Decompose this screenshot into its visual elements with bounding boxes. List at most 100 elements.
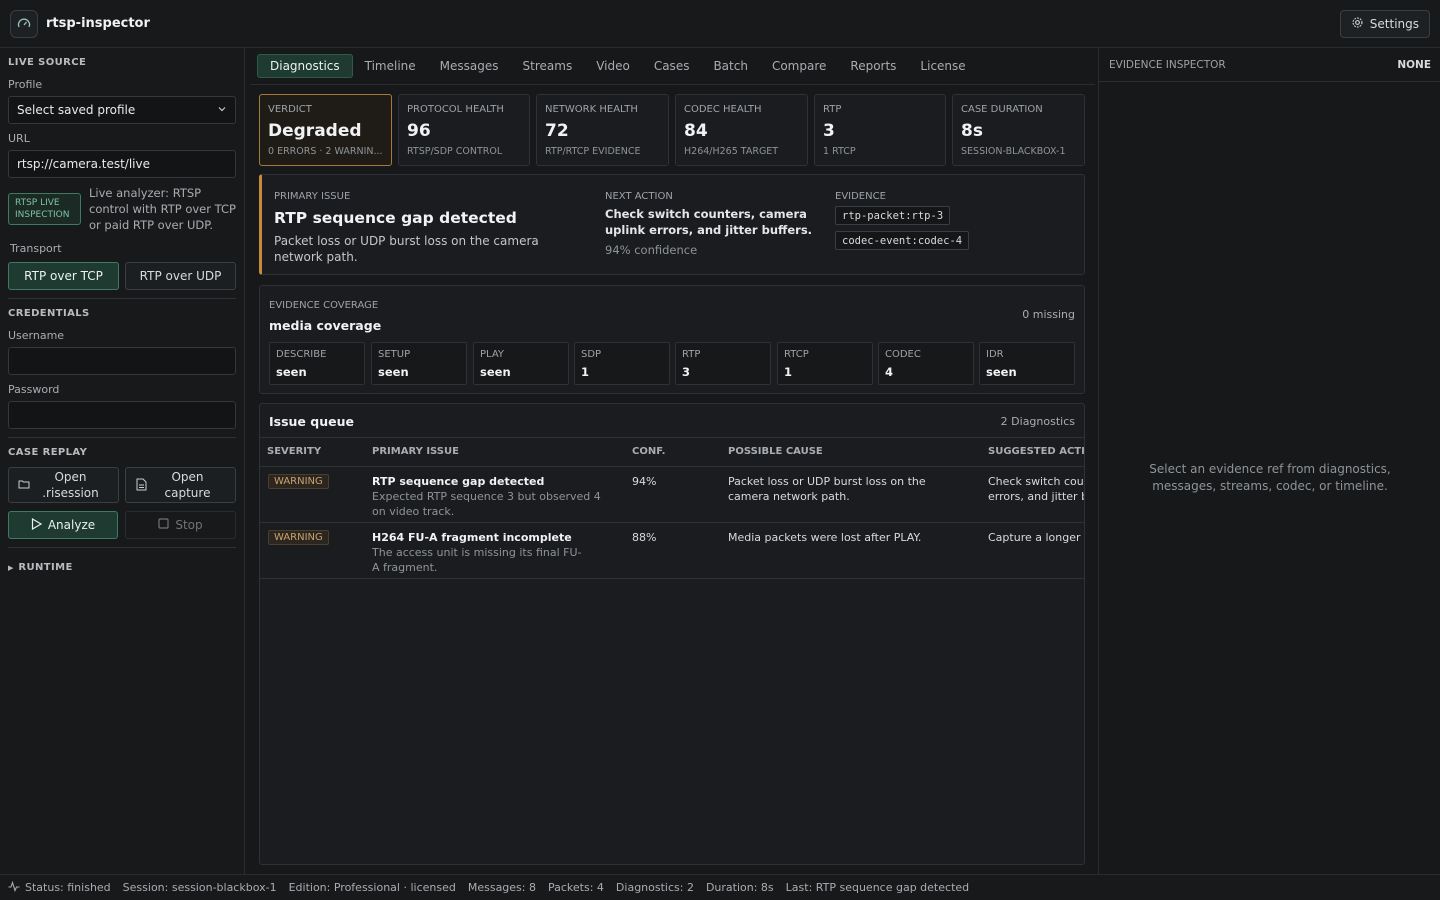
coverage-item: RTCP 1 [777, 342, 873, 385]
next-action-text: Check switch counters, camera uplink err… [605, 207, 813, 237]
transport-tcp-button[interactable]: RTP over TCP [8, 262, 119, 290]
transport-udp-button[interactable]: RTP over UDP [125, 262, 236, 290]
verdict-card[interactable]: VERDICT Degraded 0 ERRORS · 2 WARNIN... [259, 94, 392, 166]
card-key: VERDICT [268, 104, 312, 115]
open-session-button[interactable]: Open .risession [8, 467, 119, 503]
tab-compare[interactable]: Compare [760, 54, 838, 78]
main-panel: Diagnostics Timeline Messages Streams Vi… [250, 48, 1095, 874]
case-replay-title: CASE REPLAY [8, 447, 88, 458]
coverage-item: IDR seen [979, 342, 1075, 385]
table-row[interactable]: WARNING H264 FU-A fragment incomplete Th… [260, 523, 1084, 578]
issue-queue-title: Issue queue [269, 414, 354, 429]
stop-button[interactable]: Stop [125, 511, 236, 539]
confidence-value: 94% [632, 475, 657, 488]
coverage-key: SDP [581, 349, 602, 360]
coverage-title: media coverage [269, 318, 382, 333]
username-input[interactable] [8, 347, 236, 375]
profile-label: Profile [8, 78, 43, 91]
runtime-toggle[interactable]: ▶ RUNTIME [8, 562, 73, 573]
tab-reports[interactable]: Reports [838, 54, 908, 78]
coverage-key: SETUP [378, 349, 411, 360]
settings-label: Settings [1369, 17, 1419, 31]
coverage-item: SETUP seen [371, 342, 467, 385]
network-health-card[interactable]: NETWORK HEALTH 72 RTP/RTCP EVIDENCE [536, 94, 669, 166]
evidence-inspector: EVIDENCE INSPECTOR NONE Select an eviden… [1098, 48, 1440, 874]
rtp-card[interactable]: RTP 3 1 RTCP [814, 94, 946, 166]
open-session-label: Open .risession [28, 469, 99, 501]
messages-count: Messages: 8 [467, 881, 536, 894]
coverage-key: DESCRIBE [276, 349, 327, 360]
coverage-item: SDP 1 [574, 342, 670, 385]
issue-title: H264 FU-A fragment incomplete [372, 531, 572, 544]
open-session-label-line-2: .risession [42, 486, 99, 500]
column-header-severity[interactable]: SEVERITY [267, 446, 321, 457]
url-label: URL [8, 132, 30, 145]
card-sub: RTSP/SDP CONTROL [407, 146, 503, 157]
inspector-empty-message: Select an evidence ref from diagnostics,… [1149, 462, 1391, 493]
app-header: rtsp-inspector Settings [0, 0, 1440, 48]
evidence-chip[interactable]: rtp-packet:rtp-3 [835, 206, 951, 225]
column-header-possible-cause[interactable]: POSSIBLE CAUSE [728, 446, 823, 457]
stop-label: Stop [175, 518, 203, 532]
card-value: 3 [823, 121, 835, 141]
profile-select-value: Select saved profile [17, 103, 136, 117]
protocol-health-card[interactable]: PROTOCOL HEALTH 96 RTSP/SDP CONTROL [398, 94, 530, 166]
edition-text: Edition: Professional · licensed [288, 881, 456, 894]
divider [8, 437, 236, 438]
play-icon [31, 517, 43, 533]
confidence-text: 94% confidence [605, 243, 698, 257]
divider [8, 547, 236, 548]
settings-button[interactable]: Settings [1339, 10, 1430, 38]
card-value: 8s [961, 121, 983, 141]
gauge-icon [10, 9, 38, 38]
open-session-label-line-1: Open [54, 470, 87, 484]
coverage-item: CODEC 4 [878, 342, 974, 385]
tab-video[interactable]: Video [584, 54, 642, 78]
tab-timeline[interactable]: Timeline [353, 54, 428, 78]
file-icon [136, 478, 147, 494]
profile-select[interactable]: Select saved profile [8, 96, 236, 124]
evidence-chip[interactable]: codec-event:codec-4 [835, 231, 970, 250]
password-input[interactable] [8, 401, 236, 429]
status-item: Status: finished [8, 880, 111, 895]
tab-messages[interactable]: Messages [428, 54, 511, 78]
url-input[interactable]: rtsp://camera.test/live [8, 150, 236, 178]
coverage-value: 4 [885, 365, 894, 379]
rtsp-live-badge: RTSP LIVE INSPECTION [8, 193, 81, 225]
severity-badge: WARNING [268, 474, 329, 489]
column-header-suggested-action[interactable]: SUGGESTED ACTION [988, 446, 1084, 457]
column-header-primary-issue[interactable]: PRIMARY ISSUE [372, 446, 459, 457]
case-duration-card[interactable]: CASE DURATION 8s SESSION-BLACKBOX-1 [952, 94, 1085, 166]
open-capture-button[interactable]: Open capture [125, 467, 236, 503]
card-key: RTP [823, 104, 842, 115]
column-header-confidence[interactable]: CONF. [632, 446, 665, 457]
possible-cause: Packet loss or UDP burst loss on the cam… [728, 475, 926, 503]
status-bar: Status: finished Session: session-blackb… [0, 874, 1440, 900]
coverage-item: PLAY seen [473, 342, 569, 385]
tab-batch[interactable]: Batch [701, 54, 760, 78]
primary-issue-description: Packet loss or UDP burst loss on the cam… [274, 234, 539, 264]
coverage-key: PLAY [480, 349, 505, 360]
tab-license[interactable]: License [908, 54, 977, 78]
analyzer-description: Live analyzer: RTSP control with RTP ove… [89, 186, 236, 232]
session-text: Session: session-blackbox-1 [122, 881, 277, 894]
tab-diagnostics[interactable]: Diagnostics [257, 54, 353, 78]
card-key: CODEC HEALTH [684, 104, 762, 115]
analyze-button[interactable]: Analyze [8, 511, 118, 539]
issue-queue-panel: Issue queue 2 Diagnostics SEVERITY PRIMA… [259, 403, 1085, 865]
last-event-text: Last: RTP sequence gap detected [785, 881, 970, 894]
transport-label: Transport [10, 242, 62, 255]
codec-health-card[interactable]: CODEC HEALTH 84 H264/H265 TARGET [675, 94, 808, 166]
coverage-value: seen [480, 365, 511, 379]
tab-streams[interactable]: Streams [511, 54, 585, 78]
open-capture-label-line-2: capture [164, 486, 211, 500]
table-row[interactable]: WARNING RTP sequence gap detected Expect… [260, 467, 1084, 522]
username-label: Username [8, 329, 65, 342]
coverage-key: RTCP [784, 349, 809, 360]
coverage-value: seen [276, 365, 307, 379]
card-key: NETWORK HEALTH [545, 104, 638, 115]
card-sub: 0 ERRORS · 2 WARNIN... [268, 146, 383, 157]
tab-cases[interactable]: Cases [642, 54, 702, 78]
runtime-title: RUNTIME [18, 562, 73, 573]
next-action-label: NEXT ACTION [605, 191, 673, 202]
